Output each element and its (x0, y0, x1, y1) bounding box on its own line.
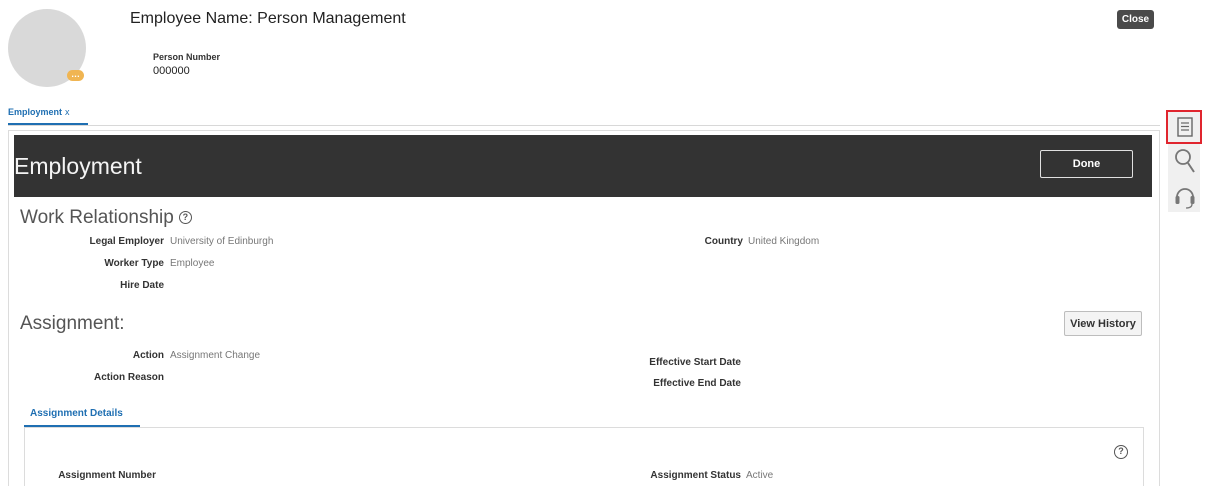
assignment-details-panel (24, 428, 1144, 486)
country-value: United Kingdom (748, 236, 820, 247)
employee-name-label: Employee Name: (130, 10, 253, 27)
action-label: Action (132, 350, 164, 361)
legal-employer-value: University of Edinburgh (170, 236, 274, 247)
headset-icon[interactable] (1169, 180, 1201, 212)
selected-highlight (1166, 110, 1202, 144)
tab-assignment-details[interactable]: Assignment Details (30, 408, 123, 419)
assignment-status-label: Assignment Status (650, 470, 741, 481)
hire-date-label: Hire Date (120, 280, 164, 291)
worker-type-label: Worker Type (104, 258, 164, 269)
tab-employment-label: Employment (8, 107, 63, 117)
assignment-number-label: Assignment Number (58, 470, 156, 481)
action-reason-label: Action Reason (93, 372, 164, 383)
employee-name: Employee Name: Person Management (130, 10, 406, 28)
employee-name-value: Person Management (257, 10, 406, 27)
assignment-status-value: Active (746, 470, 774, 481)
person-number-label: Person Number (153, 52, 221, 62)
done-button[interactable]: Done (1040, 150, 1133, 178)
page-title: Employment (14, 153, 142, 179)
close-button[interactable]: Close (1117, 10, 1154, 29)
tab-employment[interactable]: Employment x (8, 107, 70, 117)
work-relationship-label: Work Relationship (20, 207, 174, 228)
tab-divider (8, 125, 1160, 126)
person-number-value: 000000 (153, 65, 190, 77)
action-value: Assignment Change (170, 350, 261, 361)
search-icon[interactable] (1169, 145, 1201, 177)
effective-end-date-label: Effective End Date (653, 378, 741, 389)
country-label: Country (704, 236, 743, 247)
effective-start-date-label: Effective Start Date (649, 357, 741, 368)
close-tab-icon[interactable]: x (65, 107, 70, 117)
worker-type-value: Employee (170, 258, 215, 269)
work-relationship-title: Work Relationship? (20, 207, 192, 229)
page-banner (14, 135, 1152, 197)
view-history-button[interactable]: View History (1064, 311, 1142, 336)
avatar-more-icon[interactable]: … (67, 70, 84, 81)
legal-employer-label: Legal Employer (89, 236, 164, 247)
help-icon[interactable]: ? (178, 211, 192, 224)
assignment-details-help-icon[interactable]: ? (1114, 445, 1128, 459)
assignment-title: Assignment: (20, 313, 125, 334)
